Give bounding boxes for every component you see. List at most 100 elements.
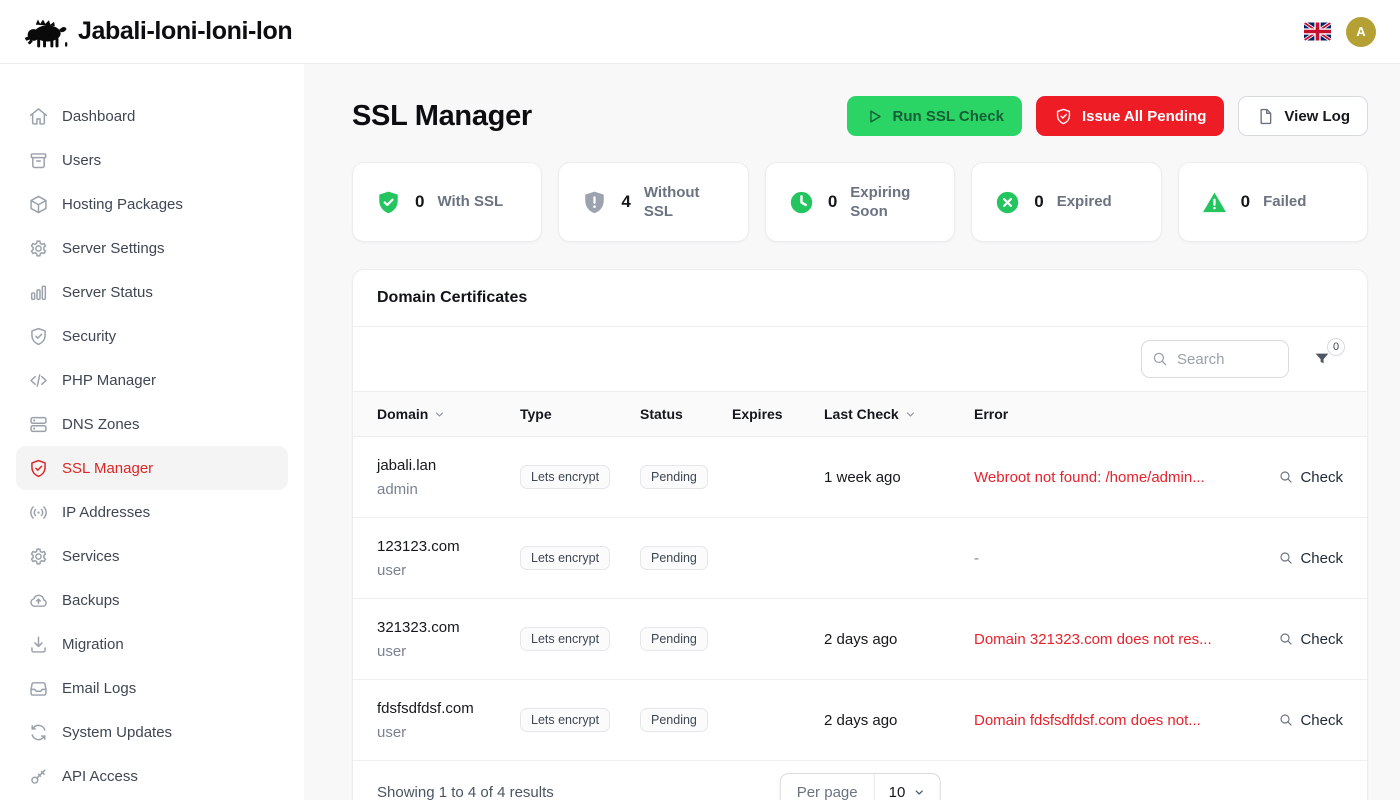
domain-user: admin bbox=[377, 481, 520, 498]
stat-value: 0 bbox=[1034, 192, 1043, 212]
issue-all-pending-label: Issue All Pending bbox=[1082, 108, 1206, 125]
check-button[interactable]: Check bbox=[1278, 712, 1343, 729]
table-row: 123123.comuserLets encryptPending-Check bbox=[353, 518, 1367, 599]
sidebar-item-security[interactable]: Security bbox=[16, 314, 288, 358]
sidebar-item-label: Migration bbox=[62, 636, 124, 653]
table-row: jabali.lanadminLets encryptPending1 week… bbox=[353, 437, 1367, 518]
type-cell: Lets encrypt bbox=[520, 546, 640, 570]
stat-label: With SSL bbox=[437, 192, 503, 212]
gear-icon bbox=[28, 238, 49, 259]
check-button[interactable]: Check bbox=[1278, 631, 1343, 648]
sidebar-item-ip-addresses[interactable]: IP Addresses bbox=[16, 490, 288, 534]
sidebar-item-label: Backups bbox=[62, 592, 120, 609]
run-ssl-check-label: Run SSL Check bbox=[893, 108, 1004, 125]
search-box bbox=[1141, 340, 1289, 378]
status-badge: Pending bbox=[640, 465, 708, 489]
home-icon bbox=[28, 106, 49, 127]
results-summary: Showing 1 to 4 of 4 results bbox=[377, 784, 554, 800]
type-badge: Lets encrypt bbox=[520, 465, 610, 489]
domain-cell: 321323.comuser bbox=[377, 619, 520, 660]
column-header-last-check[interactable]: Last Check bbox=[824, 406, 974, 422]
sidebar-item-users[interactable]: Users bbox=[16, 138, 288, 182]
x-circle-filled-icon bbox=[994, 189, 1021, 216]
app-title: Jabali-loni-loni-lon bbox=[78, 17, 292, 46]
search-icon bbox=[1151, 350, 1169, 368]
search-icon bbox=[1278, 712, 1294, 728]
per-page-value: 10 bbox=[889, 784, 906, 800]
search-icon bbox=[1278, 469, 1294, 485]
view-log-label: View Log bbox=[1284, 108, 1350, 125]
sidebar-item-migration[interactable]: Migration bbox=[16, 622, 288, 666]
type-badge: Lets encrypt bbox=[520, 708, 610, 732]
stat-card-with-ssl: 0With SSL bbox=[352, 162, 542, 242]
sidebar-item-server-status[interactable]: Server Status bbox=[16, 270, 288, 314]
key-icon bbox=[28, 766, 49, 787]
view-log-button[interactable]: View Log bbox=[1238, 96, 1368, 136]
column-label: Domain bbox=[377, 406, 428, 422]
type-cell: Lets encrypt bbox=[520, 465, 640, 489]
check-label: Check bbox=[1300, 469, 1343, 486]
check-button[interactable]: Check bbox=[1278, 550, 1343, 567]
sidebar-item-php-manager[interactable]: PHP Manager bbox=[16, 358, 288, 402]
sidebar-item-services[interactable]: Services bbox=[16, 534, 288, 578]
stat-label: Expired bbox=[1057, 192, 1112, 212]
column-header-expires: Expires bbox=[732, 406, 824, 422]
domain-user: user bbox=[377, 643, 520, 660]
download-icon bbox=[28, 634, 49, 655]
sidebar-item-system-updates[interactable]: System Updates bbox=[16, 710, 288, 754]
sidebar-item-label: API Access bbox=[62, 768, 138, 785]
sidebar-item-label: Security bbox=[62, 328, 116, 345]
column-label: Last Check bbox=[824, 406, 899, 422]
sidebar-item-api-access[interactable]: API Access bbox=[16, 754, 288, 798]
inbox-icon bbox=[28, 678, 49, 699]
shield-icon bbox=[28, 458, 49, 479]
chevron-down-icon bbox=[904, 408, 917, 421]
sidebar-item-server-settings[interactable]: Server Settings bbox=[16, 226, 288, 270]
document-icon bbox=[1256, 107, 1275, 126]
type-badge: Lets encrypt bbox=[520, 627, 610, 651]
run-ssl-check-button[interactable]: Run SSL Check bbox=[847, 96, 1022, 136]
error-cell: Domain 321323.com does not res... bbox=[974, 631, 1251, 648]
chart-icon bbox=[28, 282, 49, 303]
type-badge: Lets encrypt bbox=[520, 546, 610, 570]
action-cell: Check bbox=[1251, 550, 1343, 567]
table-row: 321323.comuserLets encryptPending2 days … bbox=[353, 599, 1367, 680]
avatar[interactable]: A bbox=[1346, 17, 1376, 47]
sidebar-item-label: IP Addresses bbox=[62, 504, 150, 521]
brand[interactable]: Jabali-loni-loni-lon bbox=[24, 15, 292, 49]
search-icon bbox=[1278, 550, 1294, 566]
sidebar-item-email-logs[interactable]: Email Logs bbox=[16, 666, 288, 710]
status-cell: Pending bbox=[640, 627, 732, 651]
sidebar-item-label: DNS Zones bbox=[62, 416, 140, 433]
language-flag-button[interactable] bbox=[1304, 22, 1331, 41]
sidebar-item-label: Server Settings bbox=[62, 240, 165, 257]
sidebar-item-backups[interactable]: Backups bbox=[16, 578, 288, 622]
sidebar-item-hosting-packages[interactable]: Hosting Packages bbox=[16, 182, 288, 226]
sidebar-item-ssl-manager[interactable]: SSL Manager bbox=[16, 446, 288, 490]
error-cell: Webroot not found: /home/admin... bbox=[974, 469, 1251, 486]
table-body: jabali.lanadminLets encryptPending1 week… bbox=[353, 437, 1367, 761]
boar-logo-icon bbox=[24, 15, 68, 49]
filter-button[interactable]: 0 bbox=[1313, 350, 1331, 368]
check-button[interactable]: Check bbox=[1278, 469, 1343, 486]
issue-all-pending-button[interactable]: Issue All Pending bbox=[1036, 96, 1224, 136]
error-cell: Domain fdsfsdfdsf.com does not... bbox=[974, 712, 1251, 729]
stat-card-without-ssl: 4Without SSL bbox=[558, 162, 748, 242]
sidebar-item-dns-zones[interactable]: DNS Zones bbox=[16, 402, 288, 446]
status-cell: Pending bbox=[640, 546, 732, 570]
column-header-domain[interactable]: Domain bbox=[377, 406, 520, 422]
stat-value: 0 bbox=[1241, 192, 1250, 212]
sidebar-item-label: Users bbox=[62, 152, 101, 169]
shield-icon bbox=[28, 326, 49, 347]
status-cell: Pending bbox=[640, 465, 732, 489]
type-cell: Lets encrypt bbox=[520, 627, 640, 651]
chevron-down-icon bbox=[433, 408, 446, 421]
column-label: Status bbox=[640, 406, 683, 422]
per-page-select[interactable]: 10 bbox=[874, 774, 940, 800]
panel-title: Domain Certificates bbox=[353, 270, 1367, 327]
stat-label: Failed bbox=[1263, 192, 1306, 212]
column-label: Type bbox=[520, 406, 552, 422]
play-icon bbox=[865, 107, 884, 126]
table-row: fdsfsdfdsf.comuserLets encryptPending2 d… bbox=[353, 680, 1367, 761]
sidebar-item-dashboard[interactable]: Dashboard bbox=[16, 94, 288, 138]
